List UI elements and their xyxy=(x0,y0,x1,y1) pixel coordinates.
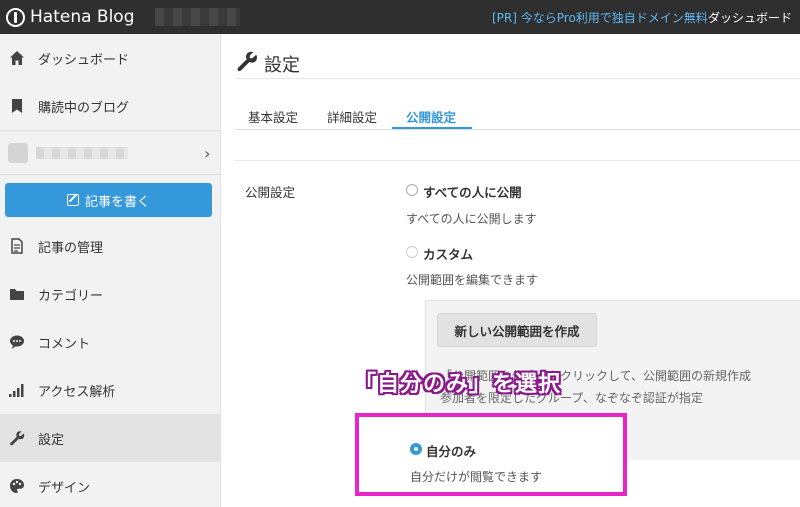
sidebar-item-label: カテゴリー xyxy=(38,288,104,304)
sidebar-item-label: 記事の管理 xyxy=(38,240,104,256)
sidebar-divider xyxy=(0,174,221,175)
radio-public[interactable] xyxy=(406,184,418,196)
document-icon xyxy=(8,237,26,255)
folder-icon xyxy=(8,285,26,303)
sidebar-item-label: デザイン xyxy=(38,480,91,496)
tab-detail-settings[interactable]: 詳細設定 xyxy=(327,107,377,126)
write-article-label: 記事を書く xyxy=(84,194,150,210)
bookmark-icon xyxy=(8,97,26,115)
page-title-text: 設定 xyxy=(264,54,300,76)
tab-publish-settings[interactable]: 公開設定 xyxy=(406,107,456,126)
sidebar-item-label: アクセス解析 xyxy=(38,384,116,400)
chevron-right-icon[interactable]: › xyxy=(204,144,210,163)
sidebar-item-settings[interactable]: 設定 xyxy=(0,414,221,462)
wrench-icon xyxy=(236,50,258,77)
annotation-highlight-box: 自分のみ 自分だけが閲覧できます xyxy=(355,413,627,496)
settings-tabs: 基本設定 詳細設定 公開設定 xyxy=(235,98,800,130)
active-tab-indicator xyxy=(392,127,472,129)
sidebar-item-label: 設定 xyxy=(38,432,65,448)
blurred-blog-name xyxy=(155,8,240,26)
blurred-blog-title xyxy=(36,147,128,159)
sidebar-item-label: ダッシュボード xyxy=(38,52,130,68)
edit-icon xyxy=(66,194,79,206)
palette-icon xyxy=(8,477,26,495)
sidebar-item-comments[interactable]: コメント xyxy=(0,318,221,366)
home-icon xyxy=(8,49,26,67)
publish-settings-label: 公開設定 xyxy=(245,185,296,200)
top-dashboard-link[interactable]: ダッシュボード xyxy=(708,9,792,26)
radio-custom[interactable] xyxy=(406,246,418,258)
wrench-icon xyxy=(8,429,26,447)
sidebar-item-label: コメント xyxy=(38,336,91,352)
tab-basic-settings[interactable]: 基本設定 xyxy=(248,107,298,126)
top-bar: Hatena Blog [PR] 今ならPro利用で独自ドメイン無料 ダッシュボ… xyxy=(0,0,800,34)
sidebar-divider xyxy=(0,130,221,131)
radio-only-me[interactable] xyxy=(410,443,422,455)
sidebar-item-label: 購読中のブログ xyxy=(38,100,130,116)
sidebar-item-categories[interactable]: カテゴリー xyxy=(0,270,221,318)
blog-avatar xyxy=(8,143,28,163)
write-article-button[interactable]: 記事を書く xyxy=(5,183,212,217)
option-custom-label[interactable]: カスタム xyxy=(423,244,473,263)
logo-text: Hatena Blog xyxy=(30,7,135,27)
sidebar-item-subscribed-blogs[interactable]: 購読中のブログ xyxy=(0,82,221,130)
sidebar: ダッシュボード 購読中のブログ › 記事を書く 記事の管理 カテゴリー コメント xyxy=(0,34,221,507)
option-only-me-label[interactable]: 自分のみ xyxy=(426,441,476,460)
sidebar-item-analytics[interactable]: アクセス解析 xyxy=(0,366,221,414)
promo-link[interactable]: [PR] 今ならPro利用で独自ドメイン無料 xyxy=(492,9,708,26)
bar-chart-icon xyxy=(8,381,26,399)
comment-icon xyxy=(8,333,26,351)
sidebar-item-design[interactable]: デザイン xyxy=(0,462,221,507)
option-public-label[interactable]: すべての人に公開 xyxy=(423,182,522,201)
section-divider xyxy=(235,160,800,161)
option-custom-desc: 公開範囲を編集できます xyxy=(406,273,539,287)
create-range-button[interactable]: 新しい公開範囲を作成 xyxy=(437,313,597,347)
sidebar-item-articles[interactable]: 記事の管理 xyxy=(0,222,221,270)
annotation-callout: 「自分のみ」を選択 xyxy=(354,372,562,397)
hatena-blog-logo[interactable]: Hatena Blog xyxy=(6,6,135,28)
title-divider xyxy=(236,78,800,79)
option-only-me-desc: 自分だけが閲覧できます xyxy=(410,470,543,484)
logo-icon xyxy=(6,7,25,27)
sidebar-item-dashboard[interactable]: ダッシュボード xyxy=(0,34,221,82)
page-title: 設定 xyxy=(236,50,300,77)
option-public-desc: すべての人に公開します xyxy=(406,212,537,226)
